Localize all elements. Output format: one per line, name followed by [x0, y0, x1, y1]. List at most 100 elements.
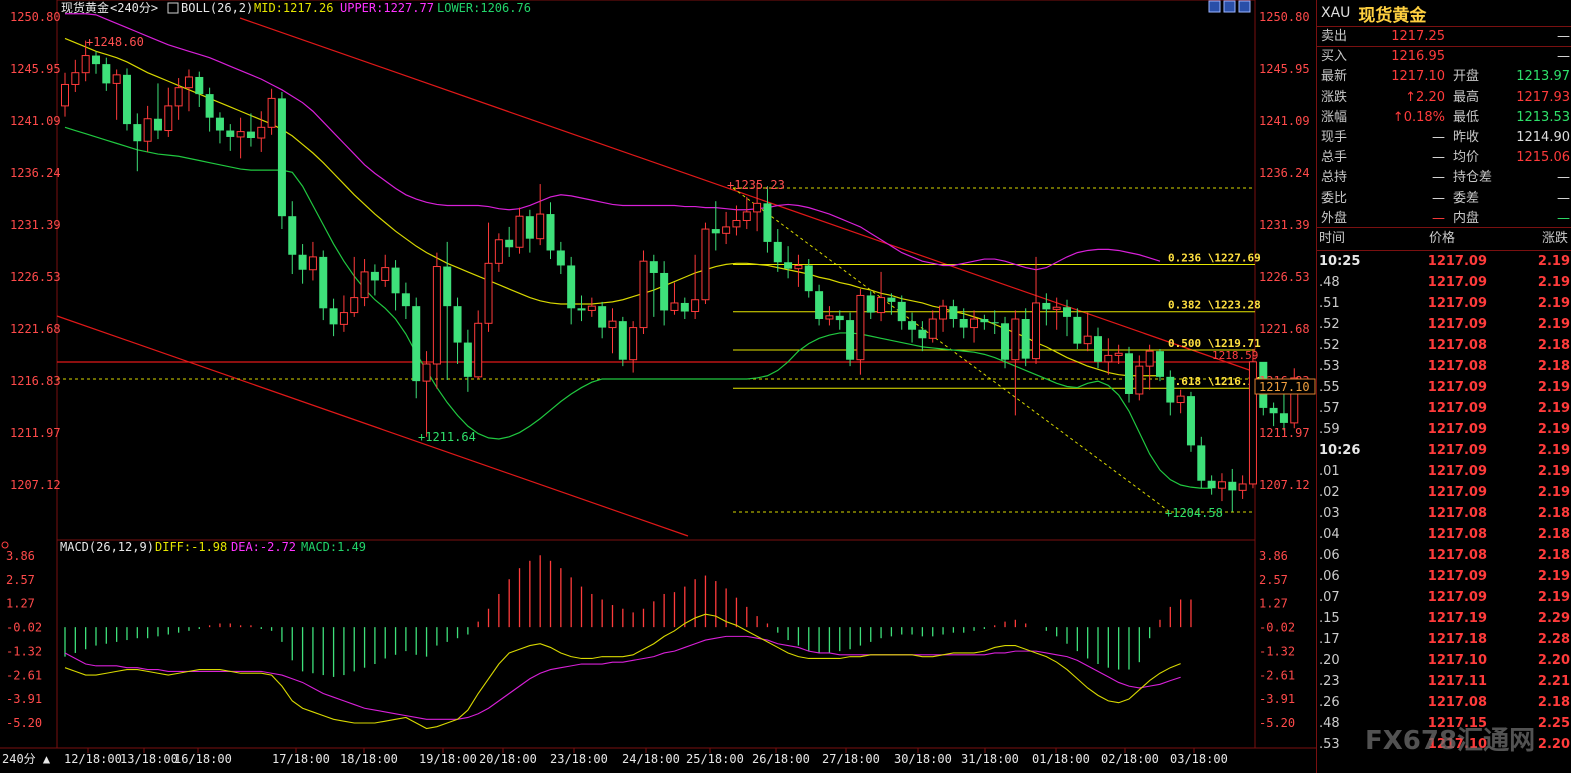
window-buttons[interactable] [1208, 0, 1251, 13]
tick-row[interactable]: .59 1217.09 2.19 [1317, 419, 1571, 440]
candle-body-up [484, 262, 493, 324]
candle-body-up [515, 215, 524, 248]
tick-row[interactable]: .15 1217.19 2.29 [1317, 608, 1571, 629]
candle-body-down [91, 55, 100, 65]
tick-change: 2.18 [1537, 695, 1570, 710]
price-tick-left: 1221.68 [10, 322, 61, 336]
tick-change: 2.18 [1537, 506, 1570, 521]
candle-body-down [784, 262, 793, 269]
quote-label: 总手 [1321, 150, 1348, 166]
candles [61, 40, 1299, 512]
tick-time: .53 [1319, 737, 1340, 752]
candle-body-down [959, 319, 968, 328]
quote-label: 卖出 [1321, 29, 1348, 44]
tick-row[interactable]: .04 1217.08 2.18 [1317, 524, 1571, 545]
tick-change: 2.19 [1537, 296, 1570, 311]
tick-row[interactable]: .52 1217.09 2.19 [1317, 314, 1571, 335]
kline-chart[interactable]: 0.236 \1227.69 0.382 \1223.28 0.500 \1219.… [0, 0, 1316, 773]
quote-label: 买入 [1321, 49, 1348, 65]
date-tick: 12/18:00 [64, 752, 122, 766]
macd-tick-left: -3.91 [6, 692, 42, 706]
watermark-logo: FX678汇通网 [1365, 726, 1536, 756]
restore-icon[interactable] [1208, 0, 1221, 13]
tick-row[interactable]: .17 1217.18 2.28 [1317, 629, 1571, 650]
candle-body-up [1176, 395, 1185, 404]
macd-settings-icon[interactable] [1, 541, 9, 549]
candle-body-down [660, 272, 669, 311]
candle-body-down [980, 319, 989, 323]
quote-value: — [1557, 29, 1570, 44]
period-label[interactable]: 240分 ▲ [2, 752, 51, 766]
price-tick-left: 1231.39 [10, 218, 61, 232]
candle-body-down [846, 320, 855, 360]
tick-row[interactable]: .03 1217.08 2.18 [1317, 503, 1571, 524]
candle-body-down [133, 124, 142, 142]
tick-time: .07 [1319, 590, 1340, 605]
indicator-icon[interactable] [167, 2, 179, 14]
date-tick: 18/18:00 [340, 752, 398, 766]
tick-row[interactable]: .06 1217.09 2.19 [1317, 566, 1571, 587]
tick-change: 2.18 [1537, 527, 1570, 542]
close-panel-icon[interactable] [1238, 0, 1251, 13]
candle-body-down [649, 261, 658, 273]
quote-label: 昨收 [1453, 130, 1480, 145]
tick-row[interactable]: .53 1217.08 2.18 [1317, 356, 1571, 377]
date-tick: 16/18:00 [174, 752, 232, 766]
tick-row[interactable]: .02 1217.09 2.19 [1317, 482, 1571, 503]
candle-body-up [257, 126, 266, 139]
quote-label: 开盘 [1453, 69, 1480, 85]
candle-body-up [629, 327, 638, 361]
macd-diff-line [64, 613, 1181, 730]
candle-body-up [350, 297, 359, 314]
candle-body-up [536, 213, 545, 240]
date-tick: 01/18:00 [1032, 752, 1090, 766]
price-tick-right: 1221.68 [1259, 322, 1310, 336]
candle-body-down [1155, 351, 1164, 377]
tick-row[interactable]: .48 1217.09 2.19 [1317, 272, 1571, 293]
boll-lower: LOWER:1206.76 [437, 1, 531, 15]
tick-row[interactable]: .26 1217.08 2.18 [1317, 692, 1571, 713]
price-tick-left: 1207.12 [10, 478, 61, 492]
candle-body-down [804, 265, 813, 292]
tick-row[interactable]: .52 1217.08 2.18 [1317, 335, 1571, 356]
quote-label: 涨跌 [1321, 89, 1348, 105]
candle-body-down [1228, 481, 1237, 491]
fib-level-label: 0.236 \1227.69 [1168, 252, 1261, 265]
macd-pane-frame [56, 539, 1256, 749]
tick-row[interactable]: .23 1217.11 2.21 [1317, 671, 1571, 692]
date-tick: 13/18:00 [120, 752, 178, 766]
candle-body-up [1238, 483, 1247, 491]
candle-body-down [288, 216, 297, 255]
tick-change: 2.20 [1537, 653, 1570, 668]
date-tick: 19/18:00 [419, 752, 477, 766]
candle-body-down [525, 216, 534, 239]
tick-row[interactable]: 10:26 1217.09 2.19 [1317, 440, 1571, 461]
quote-value: 1217.25 [1391, 29, 1445, 44]
tick-row[interactable]: .55 1217.09 2.19 [1317, 377, 1571, 398]
tick-time: 10:26 [1319, 443, 1361, 458]
tick-row[interactable]: .51 1217.09 2.19 [1317, 293, 1571, 314]
tick-row[interactable]: .01 1217.09 2.19 [1317, 461, 1571, 482]
candle-body-up [360, 271, 369, 299]
tick-row[interactable]: .07 1217.09 2.19 [1317, 587, 1571, 608]
tick-row[interactable]: 10:25 1217.09 2.19 [1317, 251, 1571, 272]
macd-tick-right: -2.61 [1259, 668, 1295, 682]
quote-value: 1214.90 [1516, 130, 1570, 145]
price-tick-right: 1250.80 [1259, 10, 1310, 24]
quote-label: 持仓差 [1453, 170, 1493, 186]
tick-change: 2.19 [1537, 422, 1570, 437]
tick-time: .57 [1319, 401, 1340, 416]
tick-row[interactable]: .06 1217.08 2.18 [1317, 545, 1571, 566]
tick-price: 1217.08 [1427, 338, 1487, 353]
tick-time: .15 [1319, 611, 1340, 626]
candle-body-up [71, 72, 80, 85]
date-tick: 02/18:00 [1101, 752, 1159, 766]
tile-icon[interactable] [1223, 0, 1236, 13]
tick-time: .26 [1319, 695, 1340, 710]
quote-value: — [1557, 49, 1570, 65]
candle-body-down [195, 76, 204, 95]
tick-row[interactable]: .20 1217.10 2.20 [1317, 650, 1571, 671]
tick-row[interactable]: .57 1217.09 2.19 [1317, 398, 1571, 419]
candle-body-up [267, 97, 276, 128]
candle-body-down [1197, 445, 1206, 481]
